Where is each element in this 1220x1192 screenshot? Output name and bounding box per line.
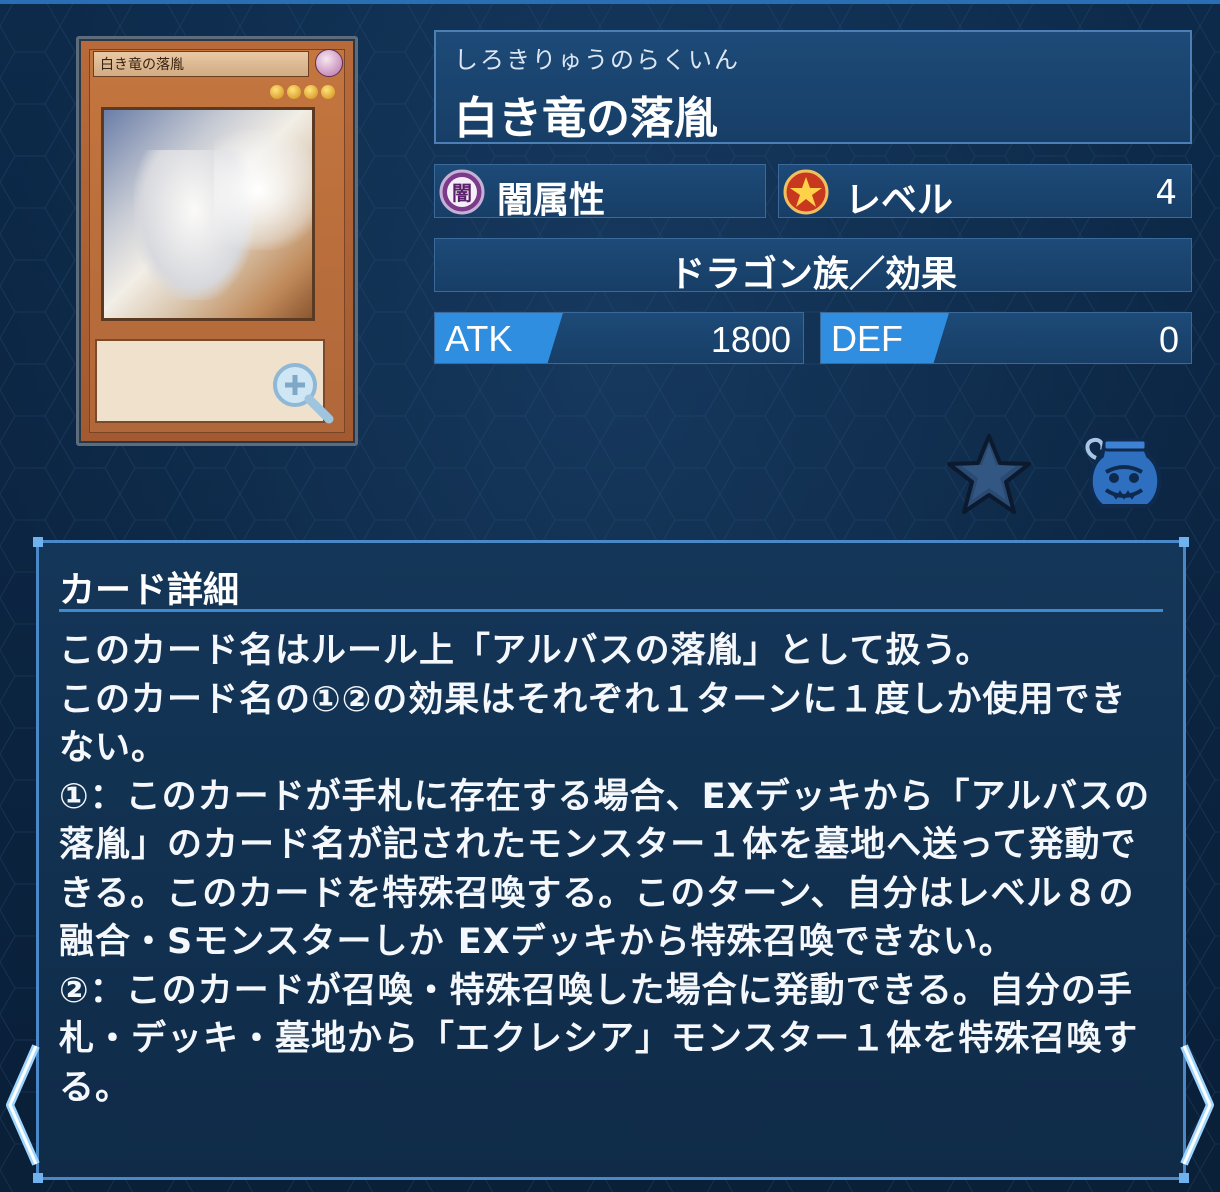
- chevron-right-icon[interactable]: [1174, 1040, 1220, 1170]
- level-value: 4: [1155, 173, 1177, 213]
- atk-value: 1800: [710, 319, 791, 360]
- card-detail-box: カード詳細 このカード名はルール上「アルバスの落胤」として扱う。 このカード名の…: [33, 537, 1189, 1183]
- frame-corner: [1179, 537, 1189, 547]
- attribute-panel: 闇 闇属性: [434, 164, 766, 221]
- attribute-label: 闇属性: [497, 180, 606, 221]
- pot-of-greed-icon[interactable]: [1076, 432, 1172, 516]
- level-star-icon: [321, 85, 335, 99]
- def-tag: DEF: [821, 313, 949, 363]
- card-image[interactable]: 白き竜の落胤: [76, 36, 358, 446]
- atk-label: ATK: [445, 318, 513, 359]
- card-image-name: 白き竜の落胤: [93, 51, 309, 77]
- detail-divider: [59, 609, 1163, 612]
- def-panel: DEF 0: [820, 312, 1192, 364]
- atk-tag: ATK: [435, 313, 563, 363]
- detail-title: カード詳細: [59, 570, 240, 611]
- card-name-reading: しろきりゅうのらくいん: [454, 46, 740, 74]
- def-label: DEF: [831, 318, 903, 359]
- dark-attribute-icon: 闇: [439, 169, 485, 215]
- atk-panel: ATK 1800: [434, 312, 804, 364]
- star-icon[interactable]: [946, 432, 1032, 516]
- magnifier-plus-icon[interactable]: [267, 357, 337, 427]
- card-name: 白き竜の落胤: [454, 93, 718, 144]
- type-panel: ドラゴン族／効果: [434, 238, 1192, 295]
- level-star-icon: [287, 85, 301, 99]
- level-label: レベル: [845, 180, 954, 221]
- card-effect-text: このカード名はルール上「アルバスの落胤」として扱う。 このカード名の①②の効果は…: [59, 631, 1151, 1108]
- chevron-left-icon[interactable]: [0, 1040, 46, 1170]
- frame-corner: [33, 537, 43, 547]
- level-star-icon: [304, 85, 318, 99]
- svg-text:闇: 闇: [452, 181, 472, 205]
- card-artwork: [101, 107, 315, 321]
- level-panel: レベル 4: [778, 164, 1192, 221]
- card-image-level-stars: [270, 85, 335, 99]
- level-star-icon: [783, 169, 829, 215]
- monster-type: ドラゴン族／効果: [668, 254, 957, 295]
- card-name-panel: しろきりゅうのらくいん 白き竜の落胤: [434, 30, 1192, 144]
- frame-corner: [33, 1173, 43, 1183]
- frame-corner: [1179, 1173, 1189, 1183]
- card-image-attribute-icon: [315, 49, 343, 77]
- level-star-icon: [270, 85, 284, 99]
- def-value: 0: [1158, 319, 1179, 360]
